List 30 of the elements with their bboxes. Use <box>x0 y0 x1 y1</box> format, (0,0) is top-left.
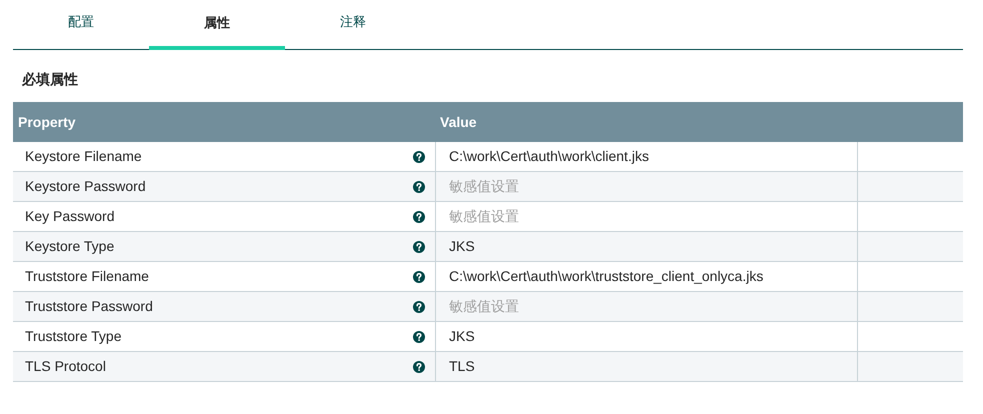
help-icon[interactable] <box>413 210 425 222</box>
property-name: Keystore Password <box>25 177 146 196</box>
property-value: TLS <box>449 357 475 376</box>
property-value: JKS <box>449 327 475 346</box>
help-icon[interactable] <box>413 180 425 192</box>
property-name: Key Password <box>25 207 114 226</box>
tab[interactable]: 配置 <box>13 0 149 50</box>
property-value: JKS <box>449 237 475 256</box>
property-value: 敏感值设置 <box>449 297 519 316</box>
property-name: TLS Protocol <box>25 357 106 376</box>
property-value: C:\work\Cert\auth\work\client.jks <box>449 147 649 166</box>
property-name: Truststore Type <box>25 327 122 346</box>
help-icon[interactable] <box>413 240 425 252</box>
tab[interactable]: 属性 <box>149 0 285 50</box>
property-name: Truststore Filename <box>25 267 149 286</box>
help-icon[interactable] <box>413 270 425 282</box>
help-icon[interactable] <box>413 360 425 372</box>
column-header: Property <box>17 112 77 132</box>
section-title: 必填属性 <box>20 70 79 88</box>
property-value: 敏感值设置 <box>449 207 519 226</box>
property-name: Keystore Type <box>25 237 114 256</box>
help-icon[interactable] <box>413 300 425 312</box>
property-name: Keystore Filename <box>25 147 142 166</box>
tab[interactable]: 注释 <box>285 0 421 50</box>
column-header: Value <box>439 112 477 132</box>
help-icon[interactable] <box>413 150 425 162</box>
property-name: Truststore Password <box>25 297 153 316</box>
help-icon[interactable] <box>413 330 425 342</box>
property-value: C:\work\Cert\auth\work\truststore_client_onlyca.jks <box>449 267 764 286</box>
property-value: 敏感值设置 <box>449 177 519 196</box>
